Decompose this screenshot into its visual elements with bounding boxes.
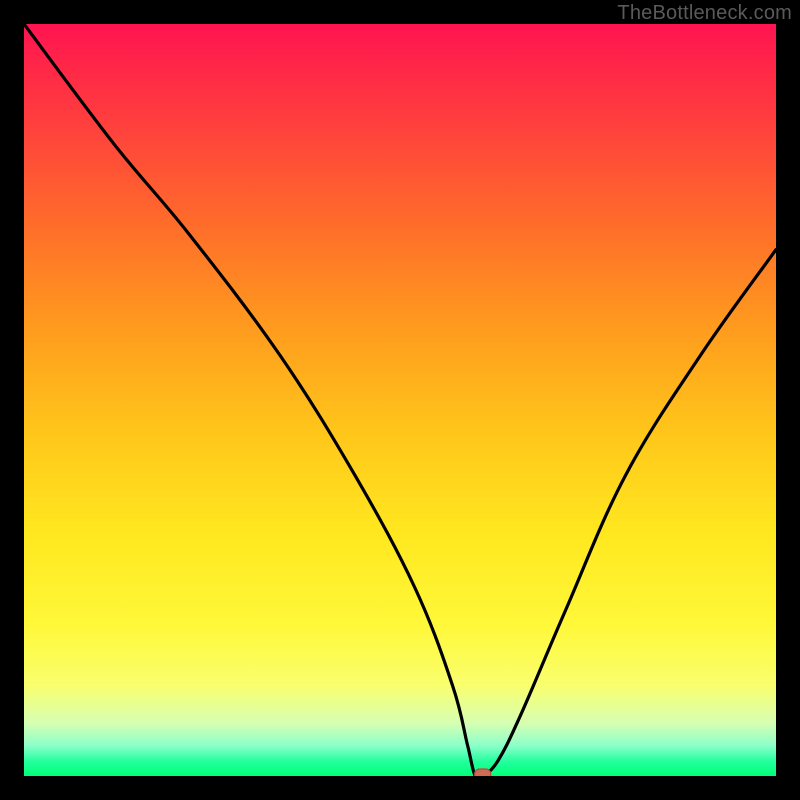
curve-svg [24,24,776,776]
watermark-text: TheBottleneck.com [617,2,792,25]
chart-frame: TheBottleneck.com [0,0,800,800]
plot-area [24,24,776,776]
optimum-marker [475,769,491,776]
bottleneck-curve-path [24,24,776,776]
